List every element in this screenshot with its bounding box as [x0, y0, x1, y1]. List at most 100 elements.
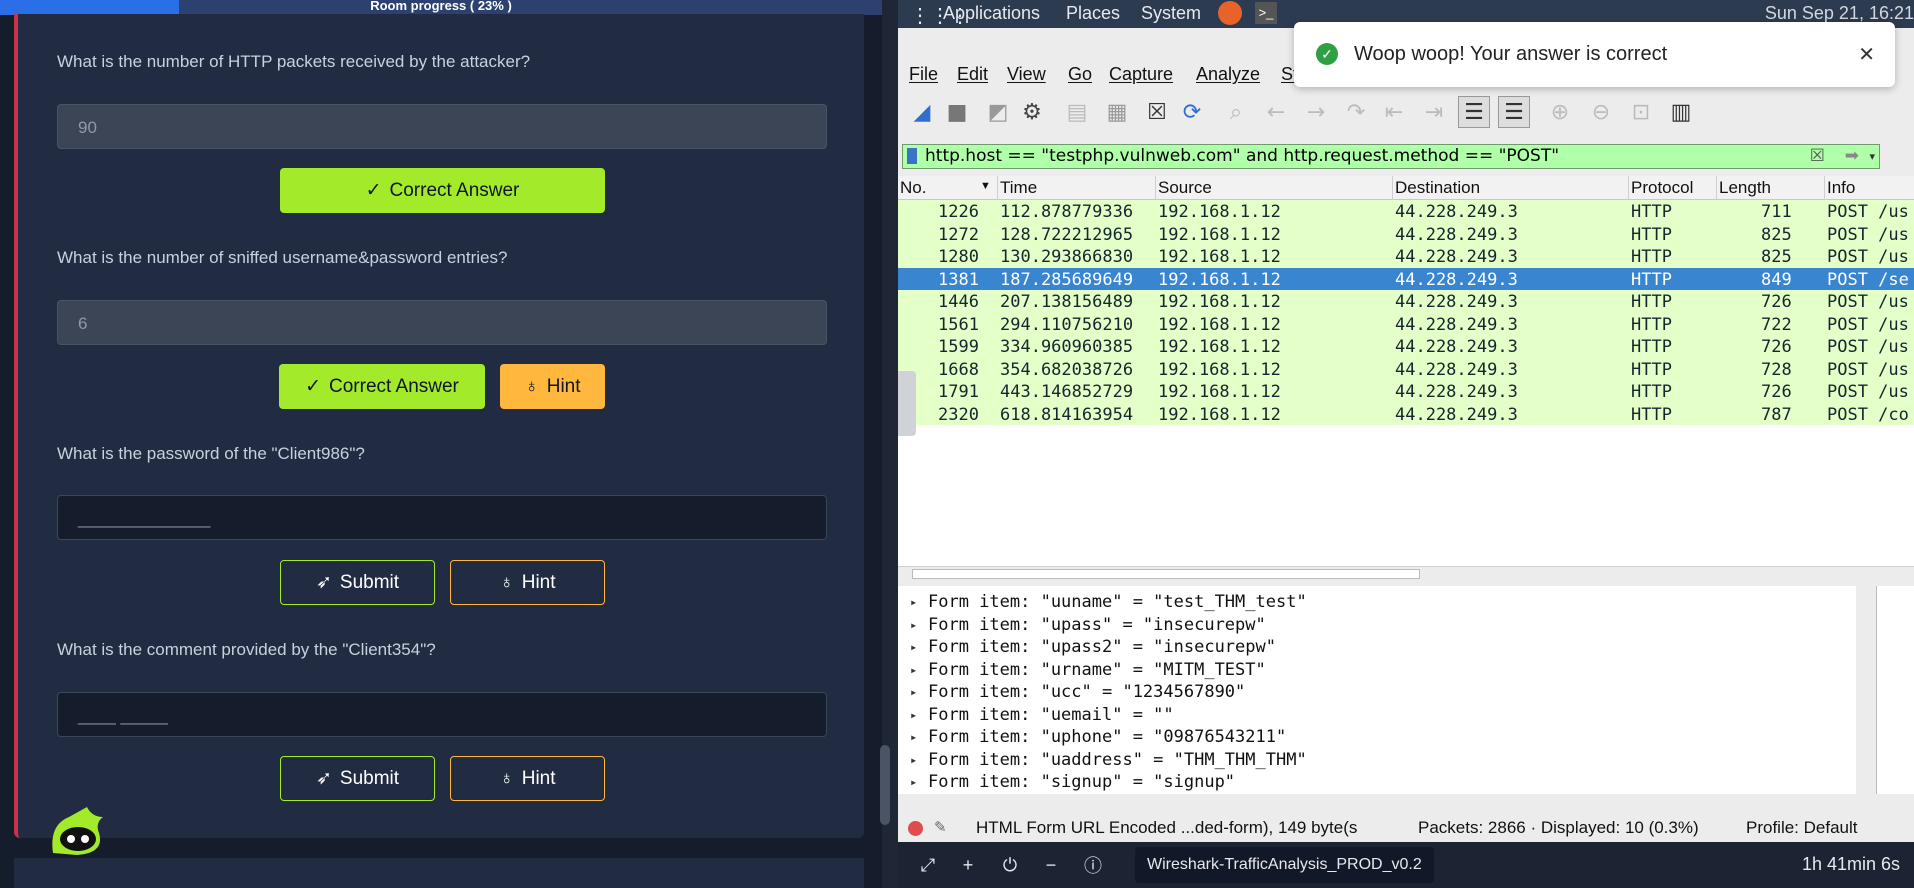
question-3-hint-button[interactable]: ♁ Hint	[450, 560, 605, 605]
question-2-answer: 6	[57, 300, 827, 345]
colorize-icon[interactable]: ☰	[1498, 96, 1530, 128]
close-file-icon[interactable]: ☒	[1141, 96, 1173, 128]
mascot-icon[interactable]	[47, 803, 107, 858]
zoom-out-icon[interactable]: ⊖	[1585, 96, 1617, 128]
form-item-line[interactable]: Form item: "uphone" = "09876543211"	[928, 727, 1286, 747]
restart-icon[interactable]: ◩	[982, 96, 1014, 128]
expand-arrow-icon[interactable]: ▸	[910, 753, 917, 767]
expand-arrow-icon[interactable]: ▸	[910, 595, 917, 609]
menu-places[interactable]: Places	[1066, 3, 1120, 24]
menu-applications[interactable]: Applications	[943, 3, 1040, 24]
autoscroll-icon[interactable]: ☰	[1458, 96, 1490, 128]
packet-list-hscroll[interactable]	[898, 566, 1914, 580]
table-row[interactable]: 1446 207.138156489 192.168.1.12 44.228.249.…	[898, 290, 1914, 313]
open-file-icon[interactable]: ▤	[1061, 96, 1093, 128]
forward-icon[interactable]: →	[1300, 96, 1332, 128]
table-row[interactable]: 1561 294.110756210 192.168.1.12 44.228.249.…	[898, 312, 1914, 335]
plus-icon[interactable]: +	[953, 842, 983, 888]
clear-filter-icon[interactable]: ☒	[1810, 145, 1825, 168]
apply-filter-icon[interactable]: ➡	[1845, 145, 1859, 168]
gear-icon[interactable]: ⚙	[1016, 96, 1048, 128]
back-icon[interactable]: ←	[1260, 96, 1292, 128]
table-row[interactable]: 1226 112.878779336 192.168.1.12 44.228.249.…	[898, 200, 1914, 223]
table-row[interactable]: 1381 187.285689649 192.168.1.12 44.228.249.…	[898, 267, 1914, 290]
table-row[interactable]: 1280 130.293866830 192.168.1.12 44.228.249.…	[898, 245, 1914, 268]
menu-view[interactable]: View	[1007, 64, 1046, 85]
form-item-line[interactable]: Form item: "ucc" = "1234567890"	[928, 682, 1245, 702]
col-destination[interactable]: Destination	[1395, 178, 1480, 198]
form-item-line[interactable]: Form item: "uaddress" = "THM_THM_THM"	[928, 750, 1307, 770]
power-icon[interactable]: ⏻	[995, 842, 1025, 888]
form-item-line[interactable]: Form item: "upass2" = "insecurepw"	[928, 637, 1276, 657]
expand-arrow-icon[interactable]: ▸	[910, 640, 917, 654]
col-protocol[interactable]: Protocol	[1631, 178, 1693, 198]
edit-comment-icon[interactable]: ✎	[934, 818, 947, 836]
question-4-answer-input[interactable]: ____ _____	[57, 692, 827, 737]
left-scrollbar-thumb[interactable]	[880, 745, 890, 825]
resize-columns-icon[interactable]: ▥	[1665, 96, 1697, 128]
normal-size-icon[interactable]: ⊡	[1625, 96, 1657, 128]
search-icon[interactable]: ⌕	[1220, 96, 1252, 128]
detail-vscroll[interactable]	[1856, 586, 1876, 794]
hscroll-thumb[interactable]	[912, 569, 1420, 579]
zoom-in-icon[interactable]: ⊕	[1544, 96, 1576, 128]
expert-info-icon[interactable]	[908, 821, 923, 836]
menu-capture[interactable]: Capture	[1109, 64, 1173, 85]
firefox-icon[interactable]	[1218, 1, 1242, 25]
form-item-line[interactable]: Form item: "uuname" = "test_THM_test"	[928, 592, 1307, 612]
col-time[interactable]: Time	[1000, 178, 1037, 198]
expand-arrow-icon[interactable]: ▸	[910, 708, 917, 722]
table-row[interactable]: 2320 618.814163954 192.168.1.12 44.228.249.…	[898, 402, 1914, 425]
save-file-icon[interactable]: ▦	[1101, 96, 1133, 128]
question-4-submit-button[interactable]: ➶ Submit	[280, 756, 435, 801]
terminal-icon[interactable]: >_	[1255, 2, 1277, 24]
menu-edit[interactable]: Edit	[957, 64, 988, 85]
info-icon[interactable]: ⓘ	[1078, 842, 1108, 888]
table-row[interactable]: 1668 354.682038726 192.168.1.12 44.228.249.…	[898, 357, 1914, 380]
table-row[interactable]: 1791 443.146852729 192.168.1.12 44.228.249.…	[898, 380, 1914, 403]
expand-arrow-icon[interactable]: ▸	[910, 730, 917, 744]
profile[interactable]: Profile: Default	[1746, 818, 1858, 838]
sidebar-handle[interactable]	[898, 371, 916, 436]
cell-destination: 44.228.249.3	[1395, 269, 1518, 290]
expand-arrow-icon[interactable]: ▸	[910, 618, 917, 632]
form-item-line[interactable]: Form item: "urname" = "MITM_TEST"	[928, 660, 1266, 680]
display-filter-input[interactable]: http.host == "testphp.vulnweb.com" and h…	[902, 144, 1880, 169]
question-3-answer-input[interactable]: ______________	[57, 495, 827, 540]
taskbar-window-title[interactable]: Wireshark-TrafficAnalysis_PROD_v0.2	[1135, 847, 1434, 883]
question-2-correct-button[interactable]: ✓ Correct Answer	[279, 364, 485, 409]
form-item-line[interactable]: Form item: "uemail" = ""	[928, 705, 1174, 725]
reload-icon[interactable]: ⟳	[1176, 96, 1208, 128]
col-length[interactable]: Length	[1719, 178, 1771, 198]
first-packet-icon[interactable]: ⇤	[1378, 96, 1410, 128]
menu-go[interactable]: Go	[1068, 64, 1092, 85]
col-info[interactable]: Info	[1827, 178, 1855, 198]
expand-arrow-icon[interactable]: ▸	[910, 685, 917, 699]
shark-fin-icon[interactable]: ◢	[906, 96, 938, 128]
close-icon[interactable]: ✕	[1858, 42, 1875, 67]
bookmark-icon[interactable]	[907, 148, 917, 164]
table-row[interactable]: 1272 128.722212965 192.168.1.12 44.228.249.…	[898, 222, 1914, 245]
form-item-line[interactable]: Form item: "signup" = "signup"	[928, 772, 1235, 792]
hint-label: Hint	[521, 571, 556, 593]
menu-file[interactable]: File	[909, 64, 938, 85]
form-item-line[interactable]: Form item: "upass" = "insecurepw"	[928, 615, 1266, 635]
col-no[interactable]: No.	[900, 178, 926, 198]
packet-bytes-pane	[1876, 586, 1914, 794]
col-source[interactable]: Source	[1158, 178, 1212, 198]
menu-analyze[interactable]: Analyze	[1196, 64, 1260, 85]
chevron-down-icon[interactable]: ▾	[1869, 145, 1875, 168]
menu-system[interactable]: System	[1141, 3, 1201, 24]
question-4-hint-button[interactable]: ♁ Hint	[450, 756, 605, 801]
go-to-packet-icon[interactable]: ↷	[1340, 96, 1372, 128]
minus-icon[interactable]: −	[1036, 842, 1066, 888]
expand-arrow-icon[interactable]: ▸	[910, 663, 917, 677]
table-row[interactable]: 1599 334.960960385 192.168.1.12 44.228.249.…	[898, 335, 1914, 358]
fullscreen-icon[interactable]: ⤢	[913, 842, 943, 888]
stop-icon[interactable]: ■	[941, 96, 973, 128]
last-packet-icon[interactable]: ⇥	[1418, 96, 1450, 128]
question-1-correct-button[interactable]: ✓ Correct Answer	[280, 168, 605, 213]
expand-arrow-icon[interactable]: ▸	[910, 775, 917, 789]
question-3-submit-button[interactable]: ➶ Submit	[280, 560, 435, 605]
question-2-hint-button[interactable]: ♁ Hint	[500, 364, 605, 409]
